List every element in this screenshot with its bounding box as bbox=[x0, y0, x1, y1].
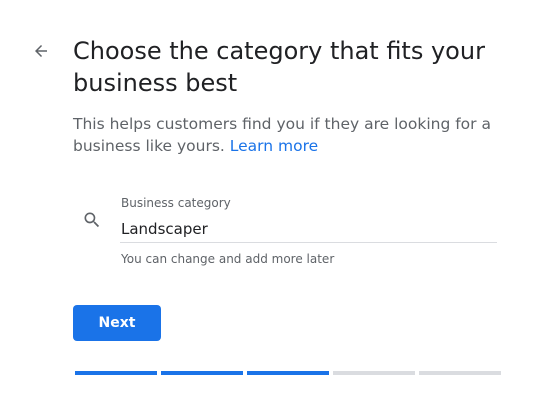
progress-segment bbox=[247, 371, 329, 375]
back-button[interactable] bbox=[28, 38, 54, 64]
progress-segment bbox=[333, 371, 415, 375]
page-title: Choose the category that fits your busin… bbox=[73, 37, 485, 97]
progress-bar bbox=[75, 371, 501, 375]
arrow-back-icon bbox=[35, 45, 47, 57]
next-button[interactable]: Next bbox=[73, 305, 161, 341]
progress-segment bbox=[161, 371, 243, 375]
learn-more-link[interactable]: Learn more bbox=[230, 137, 318, 155]
progress-segment bbox=[419, 371, 501, 375]
intro-text: This helps customers find you if they ar… bbox=[73, 113, 493, 157]
business-category-label: Business category bbox=[121, 196, 231, 210]
progress-segment bbox=[75, 371, 157, 375]
search-icon bbox=[82, 210, 102, 230]
business-category-input[interactable] bbox=[120, 216, 497, 243]
field-helper-text: You can change and add more later bbox=[121, 252, 335, 266]
